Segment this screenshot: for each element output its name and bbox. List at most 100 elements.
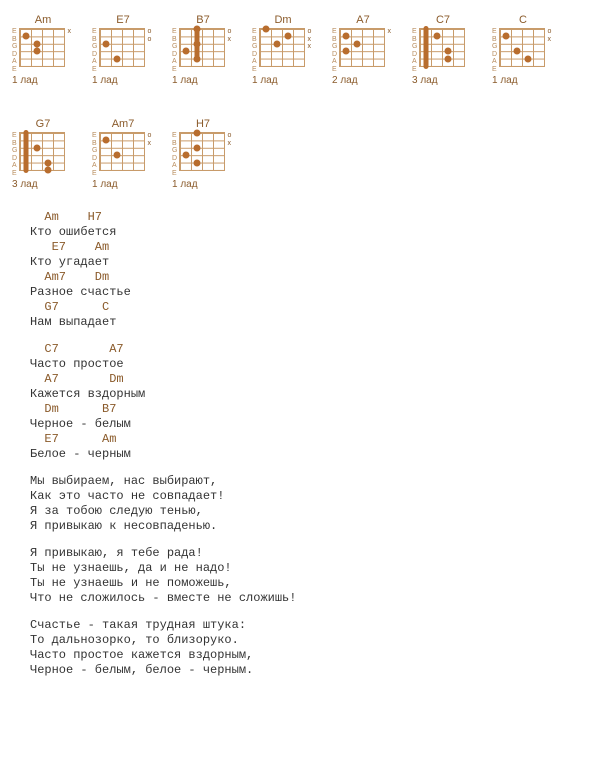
chord-line: Dm B7 — [30, 402, 588, 417]
finger-dot — [193, 26, 200, 33]
chord-line: A7 Dm — [30, 372, 588, 387]
chord-E7: E7EBGDAEoo1 лад — [92, 14, 154, 86]
lyric-line: Ты не узнаешь и не поможешь, — [30, 576, 588, 591]
fret-label: 2 лад — [332, 75, 394, 86]
string-labels: EBGDAE — [172, 28, 177, 73]
stanza-break — [30, 534, 588, 546]
finger-dot — [284, 33, 291, 40]
lyric-line: Белое - черным — [30, 447, 588, 462]
lyric-line: Часто простое кажется вздорным, — [30, 648, 588, 663]
chord-line: Am7 Dm — [30, 270, 588, 285]
chord-name: C7 — [412, 14, 474, 26]
lyric-line: Кажется вздорным — [30, 387, 588, 402]
chord-Am7: Am7EBGDAEox1 лад — [92, 118, 154, 190]
fret-label: 3 лад — [412, 75, 474, 86]
chord-Dm: DmEBGDAEoxx1 лад — [252, 14, 314, 86]
barre — [23, 130, 28, 173]
chord-Am: AmEBGDAEx1 лад — [12, 14, 74, 86]
string-labels: EBGDAE — [412, 28, 417, 73]
string-labels: EBGDAE — [332, 28, 337, 73]
finger-dot — [22, 33, 29, 40]
stanza-break — [30, 606, 588, 618]
finger-dot — [342, 48, 349, 55]
finger-dot — [353, 40, 360, 47]
finger-dot — [513, 48, 520, 55]
chord-name: E7 — [92, 14, 154, 26]
finger-dot — [433, 33, 440, 40]
stanza-break — [30, 462, 588, 474]
chord-C: C EBGDAE ox 1 лад — [492, 14, 554, 86]
fret-label: 1 лад — [172, 179, 234, 190]
finger-dot — [262, 26, 269, 33]
chord-name: H7 — [172, 118, 234, 130]
mute-open-marks: ox — [547, 28, 553, 43]
finger-dot — [193, 159, 200, 166]
chord-B7: B7 EBGDAE ox 1 лад — [172, 14, 234, 86]
fretboard-grid — [259, 28, 305, 67]
finger-dot — [502, 33, 509, 40]
chord-G7: G7EBGDAE3 лад — [12, 118, 74, 190]
lyric-line: Мы выбираем, нас выбирают, — [30, 474, 588, 489]
lyric-line: Я за тобою следую тенью, — [30, 504, 588, 519]
finger-dot — [193, 144, 200, 151]
chord-C7: C7 EBGDAE 3 лад — [412, 14, 474, 86]
fret-label: 1 лад — [492, 75, 554, 86]
fretboard-grid — [179, 132, 225, 171]
lyric-line: То дальнозорко, то близоруко. — [30, 633, 588, 648]
finger-dot — [193, 130, 200, 137]
finger-dot — [182, 48, 189, 55]
lyric-line: Что не сложилось - вместе не сложишь! — [30, 591, 588, 606]
mute-open-marks: oxx — [307, 28, 313, 51]
chord-line: C7 A7 — [30, 342, 588, 357]
finger-dot — [102, 137, 109, 144]
lyric-line: Кто угадает — [30, 255, 588, 270]
chord-name: B7 — [172, 14, 234, 26]
lyric-line: Разное счастье — [30, 285, 588, 300]
fretboard-grid — [99, 132, 145, 171]
mute-open-marks: ox — [227, 28, 233, 43]
lyric-line: Кто ошибется — [30, 225, 588, 240]
chord-name: Dm — [252, 14, 314, 26]
fretboard-grid — [419, 28, 465, 67]
chord-line: G7 C — [30, 300, 588, 315]
fretboard-grid — [19, 28, 65, 67]
lyric-line: Как это часто не совпадает! — [30, 489, 588, 504]
string-labels: EBGDAE — [12, 28, 17, 73]
stanza-break — [30, 330, 588, 342]
fret-label: 1 лад — [172, 75, 234, 86]
lyric-line: Я привыкаю, я тебе рада! — [30, 546, 588, 561]
chord-name: C — [492, 14, 554, 26]
mute-open-marks: x — [67, 28, 73, 36]
chord-line: E7 Am — [30, 240, 588, 255]
mute-open-marks: ox — [227, 132, 233, 147]
finger-dot — [193, 40, 200, 47]
mute-open-marks: oo — [147, 28, 153, 43]
finger-dot — [102, 40, 109, 47]
string-labels: EBGDAE — [172, 132, 177, 177]
fretboard-grid — [99, 28, 145, 67]
mute-open-marks: x — [387, 28, 393, 36]
lyric-line: Часто простое — [30, 357, 588, 372]
string-labels: EBGDAE — [252, 28, 257, 73]
chord-line: Am H7 — [30, 210, 588, 225]
lyric-line: Нам выпадает — [30, 315, 588, 330]
finger-dot — [44, 167, 51, 174]
string-labels: EBGDAE — [492, 28, 497, 73]
finger-dot — [33, 144, 40, 151]
fretboard-grid — [179, 28, 225, 67]
chord-name: Am — [12, 14, 74, 26]
chord-A7: A7EBGDAEx2 лад — [332, 14, 394, 86]
lyric-line: Черное - белым, белое - черным. — [30, 663, 588, 678]
string-labels: EBGDAE — [92, 28, 97, 73]
finger-dot — [342, 33, 349, 40]
string-labels: EBGDAE — [12, 132, 17, 177]
finger-dot — [444, 48, 451, 55]
lyric-line: Я привыкаю к несовпаденью. — [30, 519, 588, 534]
chord-H7: H7 EBGDAE ox 1 лад — [172, 118, 234, 190]
fret-label: 1 лад — [92, 179, 154, 190]
lyric-line: Черное - белым — [30, 417, 588, 432]
finger-dot — [113, 55, 120, 62]
chord-diagrams: Am EBGDAE x 1 лад E7 EBGDAE oo 1 лад B7 EBGDAE ox 1… — [12, 14, 588, 204]
chord-name: G7 — [12, 118, 74, 130]
finger-dot — [182, 152, 189, 159]
